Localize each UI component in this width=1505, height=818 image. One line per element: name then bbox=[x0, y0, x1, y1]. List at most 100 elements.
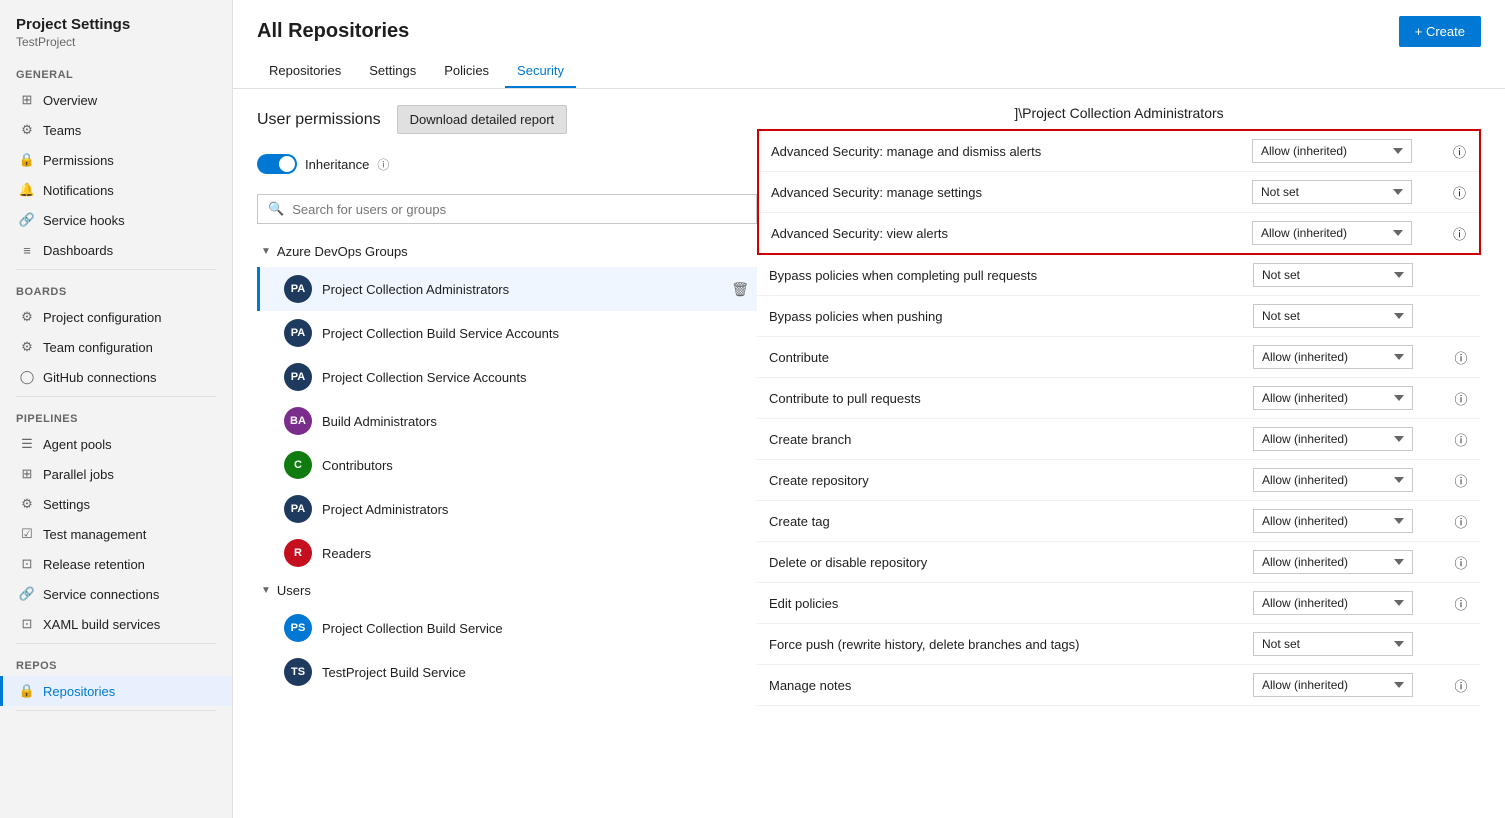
tab-security[interactable]: Security bbox=[505, 55, 576, 88]
permission-select[interactable]: Not setAllowAllow (inherited)DenyDeny (i… bbox=[1253, 345, 1413, 369]
table-row: Delete or disable repository Not setAllow… bbox=[757, 542, 1481, 583]
sidebar-item-label-service-hooks: Service hooks bbox=[43, 213, 125, 228]
permission-name: Edit policies bbox=[757, 583, 1241, 624]
tab-settings[interactable]: Settings bbox=[357, 55, 428, 88]
service-hooks-icon: 🔗 bbox=[19, 212, 35, 228]
table-row: Force push (rewrite history, delete bran… bbox=[757, 624, 1481, 665]
group-item-ba[interactable]: BABuild Administrators bbox=[257, 399, 757, 443]
permission-select[interactable]: Not setAllowAllow (inherited)DenyDeny (i… bbox=[1253, 468, 1413, 492]
permission-select[interactable]: Not setAllowAllow (inherited)DenyDeny (i… bbox=[1253, 509, 1413, 533]
sidebar-item-release-retention[interactable]: ⊡Release retention bbox=[0, 549, 232, 579]
permission-name: Delete or disable repository bbox=[757, 542, 1241, 583]
permission-value-cell: Not setAllowAllow (inherited)DenyDeny (i… bbox=[1240, 130, 1440, 172]
chevron-down-icon: ▼ bbox=[261, 246, 271, 257]
table-row: Advanced Security: view alertsNot setAll… bbox=[758, 213, 1480, 255]
group-item-pcbsa[interactable]: PAProject Collection Build Service Accou… bbox=[257, 311, 757, 355]
permission-info[interactable]: ⓘ bbox=[1440, 172, 1480, 213]
teams-icon: ⚙ bbox=[19, 122, 35, 138]
permission-info[interactable]: ⓘ bbox=[1440, 130, 1480, 172]
user-item-tbs[interactable]: TSTestProject Build Service bbox=[257, 650, 757, 694]
permission-value-cell: Not setAllowAllow (inherited)DenyDeny (i… bbox=[1240, 213, 1440, 255]
sidebar-divider bbox=[16, 269, 216, 270]
search-input[interactable] bbox=[292, 202, 746, 217]
sidebar-item-teams[interactable]: ⚙Teams bbox=[0, 115, 232, 145]
permission-info[interactable] bbox=[1441, 624, 1481, 665]
group-item-pca[interactable]: PAProject Collection Administrators🗑 bbox=[257, 267, 757, 311]
permission-name: Create tag bbox=[757, 501, 1241, 542]
permission-select[interactable]: Not setAllowAllow (inherited)DenyDeny (i… bbox=[1252, 180, 1412, 204]
sidebar-item-agent-pools[interactable]: ☰Agent pools bbox=[0, 429, 232, 459]
download-report-button[interactable]: Download detailed report bbox=[397, 105, 568, 134]
group-item-pcsa[interactable]: PAProject Collection Service Accounts bbox=[257, 355, 757, 399]
permission-select[interactable]: Not setAllowAllow (inherited)DenyDeny (i… bbox=[1252, 221, 1412, 245]
sidebar-item-label-xaml-build-services: XAML build services bbox=[43, 617, 160, 632]
table-row: Bypass policies when pushing Not setAllow… bbox=[757, 296, 1481, 337]
sidebar-item-permissions[interactable]: 🔒Permissions bbox=[0, 145, 232, 175]
sidebar-item-github-connections[interactable]: ◯GitHub connections bbox=[0, 362, 232, 392]
test-management-icon: ☑ bbox=[19, 526, 35, 542]
permission-info[interactable]: ⓘ bbox=[1441, 419, 1481, 460]
permission-name: Create repository bbox=[757, 460, 1241, 501]
sidebar-item-overview[interactable]: ⊞Overview bbox=[0, 85, 232, 115]
github-connections-icon: ◯ bbox=[19, 369, 35, 385]
permission-info[interactable]: ⓘ bbox=[1441, 665, 1481, 706]
permission-select[interactable]: Not setAllowAllow (inherited)DenyDeny (i… bbox=[1253, 673, 1413, 697]
table-row: Create repository Not setAllowAllow (inhe… bbox=[757, 460, 1481, 501]
azure-devops-groups-header[interactable]: ▼ Azure DevOps Groups bbox=[257, 236, 757, 267]
sidebar-item-service-connections[interactable]: 🔗Service connections bbox=[0, 579, 232, 609]
sidebar-item-notifications[interactable]: 🔔Notifications bbox=[0, 175, 232, 205]
groups-section: ▼ Azure DevOps Groups PAProject Collectio… bbox=[257, 236, 757, 802]
sidebar-item-label-notifications: Notifications bbox=[43, 183, 114, 198]
sidebar-item-settings[interactable]: ⚙Settings bbox=[0, 489, 232, 519]
tab-policies[interactable]: Policies bbox=[432, 55, 501, 88]
permission-name: Force push (rewrite history, delete bran… bbox=[757, 624, 1241, 665]
permission-select[interactable]: Not setAllowAllow (inherited)DenyDeny (i… bbox=[1253, 427, 1413, 451]
permission-select[interactable]: Not setAllowAllow (inherited)DenyDeny (i… bbox=[1253, 591, 1413, 615]
table-row: Advanced Security: manage settings Not se… bbox=[758, 172, 1480, 213]
delete-icon[interactable]: 🗑 bbox=[731, 281, 749, 298]
group-item-contributors[interactable]: CContributors bbox=[257, 443, 757, 487]
permission-value-cell: Not setAllowAllow (inherited)DenyDeny (i… bbox=[1240, 172, 1440, 213]
permission-info[interactable]: ⓘ bbox=[1441, 337, 1481, 378]
sidebar-item-project-configuration[interactable]: ⚙Project configuration bbox=[0, 302, 232, 332]
permission-select[interactable]: Not setAllowAllow (inherited)DenyDeny (i… bbox=[1253, 386, 1413, 410]
permission-select[interactable]: Not setAllowAllow (inherited)DenyDeny (i… bbox=[1253, 550, 1413, 574]
xaml-build-services-icon: ⊡ bbox=[19, 616, 35, 632]
permission-info[interactable]: ⓘ bbox=[1441, 501, 1481, 542]
permission-info[interactable]: ⓘ bbox=[1441, 378, 1481, 419]
sidebar-item-test-management[interactable]: ☑Test management bbox=[0, 519, 232, 549]
permission-select[interactable]: Not setAllowAllow (inherited)DenyDeny (i… bbox=[1253, 304, 1413, 328]
avatar: BA bbox=[284, 407, 312, 435]
permission-info[interactable]: ⓘ bbox=[1441, 583, 1481, 624]
sidebar-item-service-hooks[interactable]: 🔗 Service hooks bbox=[0, 205, 232, 235]
sidebar-item-parallel-jobs[interactable]: ⊞Parallel jobs bbox=[0, 459, 232, 489]
permission-info[interactable]: ⓘ bbox=[1440, 213, 1480, 255]
permissions-icon: 🔒 bbox=[19, 152, 35, 168]
sidebar-item-xaml-build-services[interactable]: ⊡ XAML build services bbox=[0, 609, 232, 639]
sidebar-item-repositories[interactable]: 🔒Repositories bbox=[0, 676, 232, 706]
permission-select[interactable]: Not setAllowAllow (inherited)DenyDeny (i… bbox=[1252, 139, 1412, 163]
permission-info[interactable] bbox=[1441, 296, 1481, 337]
permission-info[interactable] bbox=[1441, 255, 1481, 296]
group-item-pa[interactable]: PAProject Administrators bbox=[257, 487, 757, 531]
permission-info[interactable]: ⓘ bbox=[1441, 460, 1481, 501]
group-name: Project Collection Administrators bbox=[322, 282, 721, 297]
permission-name: Advanced Security: manage settings bbox=[758, 172, 1240, 213]
sidebar-item-dashboards[interactable]: ≡Dashboards bbox=[0, 235, 232, 265]
permission-name: Bypass policies when pushing bbox=[757, 296, 1241, 337]
users-header[interactable]: ▼ Users bbox=[257, 575, 757, 606]
create-button[interactable]: + Create bbox=[1399, 16, 1481, 47]
sidebar-section-pipelines: Pipelines bbox=[0, 401, 232, 429]
inheritance-info-icon[interactable]: ⓘ bbox=[377, 156, 389, 173]
permission-select[interactable]: Not setAllowAllow (inherited)DenyDeny (i… bbox=[1253, 263, 1413, 287]
permission-select[interactable]: Not setAllowAllow (inherited)DenyDeny (i… bbox=[1253, 632, 1413, 656]
tab-repositories[interactable]: Repositories bbox=[257, 55, 353, 88]
group-item-readers[interactable]: RReaders bbox=[257, 531, 757, 575]
inheritance-toggle[interactable] bbox=[257, 154, 297, 174]
chevron-down-icon: ▼ bbox=[261, 585, 271, 596]
user-item-pcbs[interactable]: PSProject Collection Build Service bbox=[257, 606, 757, 650]
settings-icon: ⚙ bbox=[19, 496, 35, 512]
permission-info[interactable]: ⓘ bbox=[1441, 542, 1481, 583]
sidebar-item-label-parallel-jobs: Parallel jobs bbox=[43, 467, 114, 482]
sidebar-item-team-configuration[interactable]: ⚙Team configuration bbox=[0, 332, 232, 362]
